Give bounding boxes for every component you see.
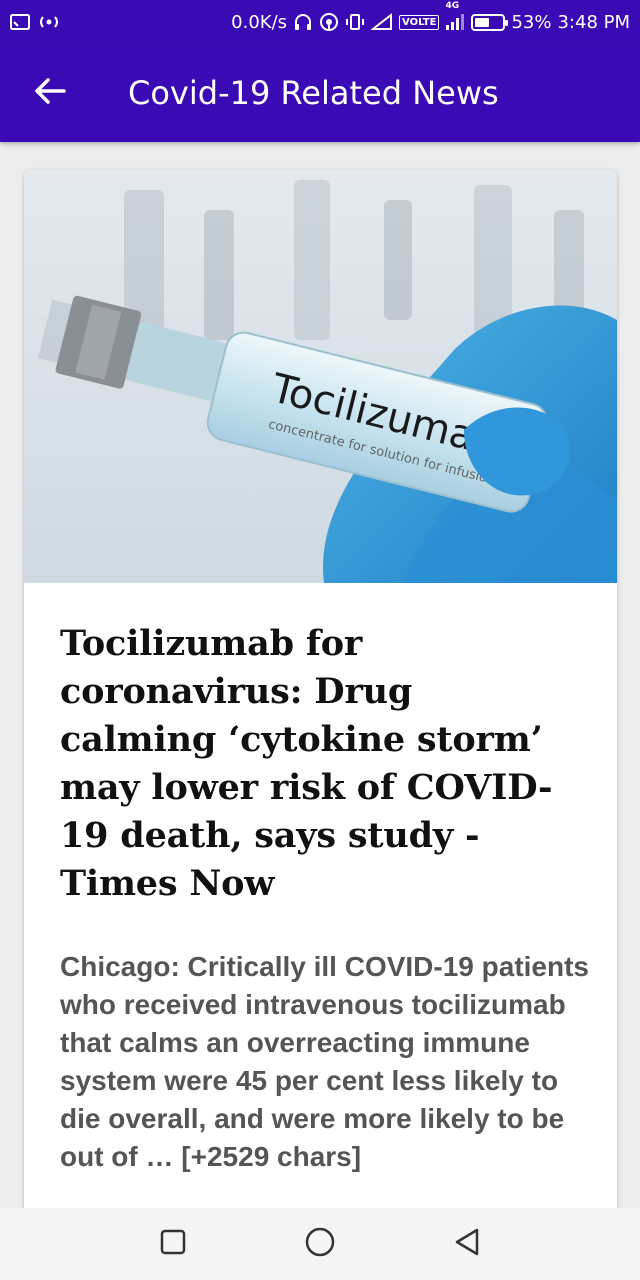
network-type: 4G <box>445 1 460 11</box>
article-headline[interactable]: Tocilizumab for coronavirus: Drug calmin… <box>60 620 580 908</box>
signal-outline-icon <box>371 13 393 31</box>
battery-icon <box>471 13 509 31</box>
status-bar: 0.0K/s VOLTE 4G 53% 3:48 PM <box>0 0 640 44</box>
signal-icon: 4G <box>445 1 465 31</box>
wifi-hotspot-icon <box>319 12 339 32</box>
recents-button[interactable] <box>143 1214 203 1274</box>
clock: 3:48 PM <box>557 11 630 33</box>
article-image: Tocilizumab concentrate for solution for… <box>24 170 617 583</box>
battery-level <box>475 17 490 27</box>
arrow-left-icon <box>34 77 66 110</box>
headphones-icon <box>293 13 313 31</box>
cast-icon <box>10 13 30 31</box>
news-list[interactable]: Tocilizumab concentrate for solution for… <box>0 150 640 1208</box>
triangle-back-icon <box>453 1227 481 1262</box>
hotspot-icon <box>36 13 62 31</box>
back-button[interactable] <box>18 61 82 125</box>
square-icon <box>160 1229 186 1260</box>
battery-percent: 53% <box>511 11 552 33</box>
network-speed: 0.0K/s <box>231 11 288 33</box>
article-description: Chicago: Critically ill COVID-19 patient… <box>60 951 590 1172</box>
app-bar: Covid-19 Related News <box>0 44 640 142</box>
vibrate-icon <box>345 13 365 31</box>
nav-back-button[interactable] <box>437 1214 497 1274</box>
news-card[interactable]: Tocilizumab concentrate for solution for… <box>24 170 617 1208</box>
navigation-bar <box>0 1208 640 1280</box>
circle-icon <box>304 1226 336 1263</box>
page-title: Covid-19 Related News <box>128 74 499 112</box>
volte-badge: VOLTE <box>399 14 440 30</box>
home-button[interactable] <box>290 1214 350 1274</box>
